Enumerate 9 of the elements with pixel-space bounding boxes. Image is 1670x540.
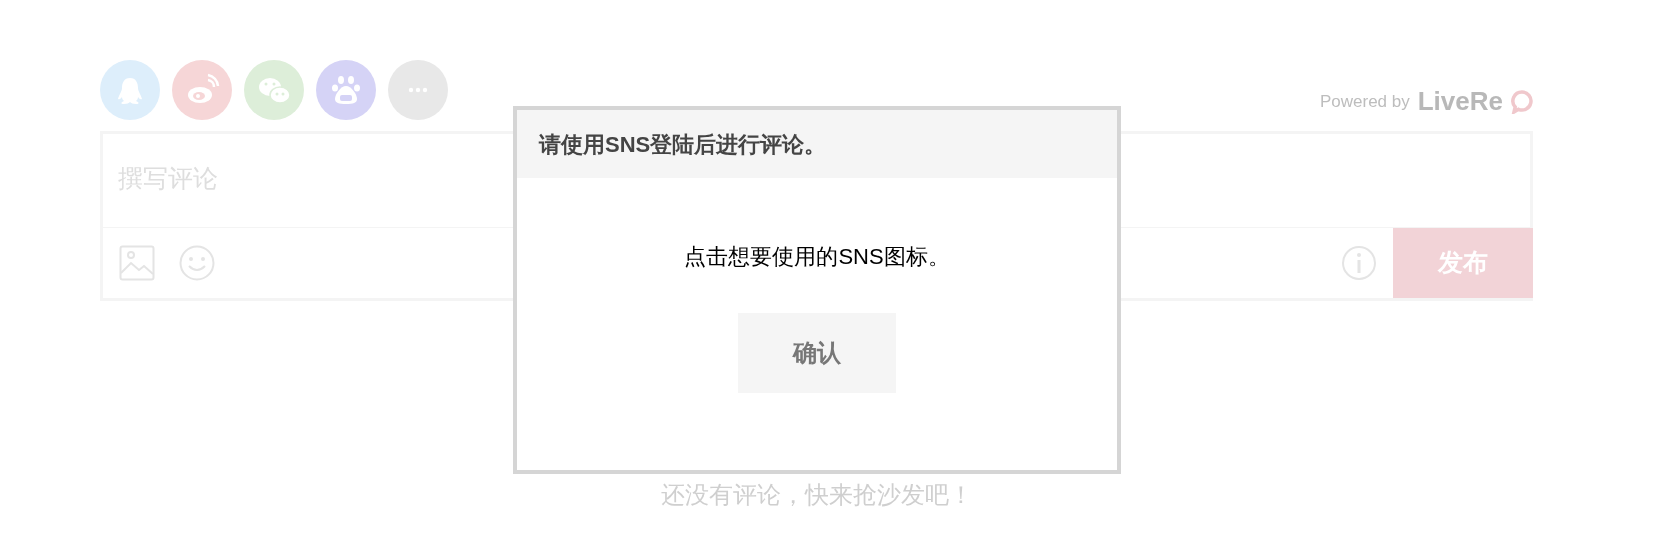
confirm-button[interactable]: 确认 [738,313,896,393]
brand-logo-text: LiveRe [1417,85,1503,118]
image-icon[interactable] [119,245,155,281]
speech-bubble-icon [1511,89,1533,114]
dialog-title: 请使用SNS登陆后进行评论。 [517,110,1117,178]
powered-by-text: Powered by [1319,90,1410,113]
dialog-message: 点击想要使用的SNS图标。 [683,243,951,271]
info-icon[interactable] [1341,245,1377,281]
smiley-icon[interactable] [179,245,215,281]
